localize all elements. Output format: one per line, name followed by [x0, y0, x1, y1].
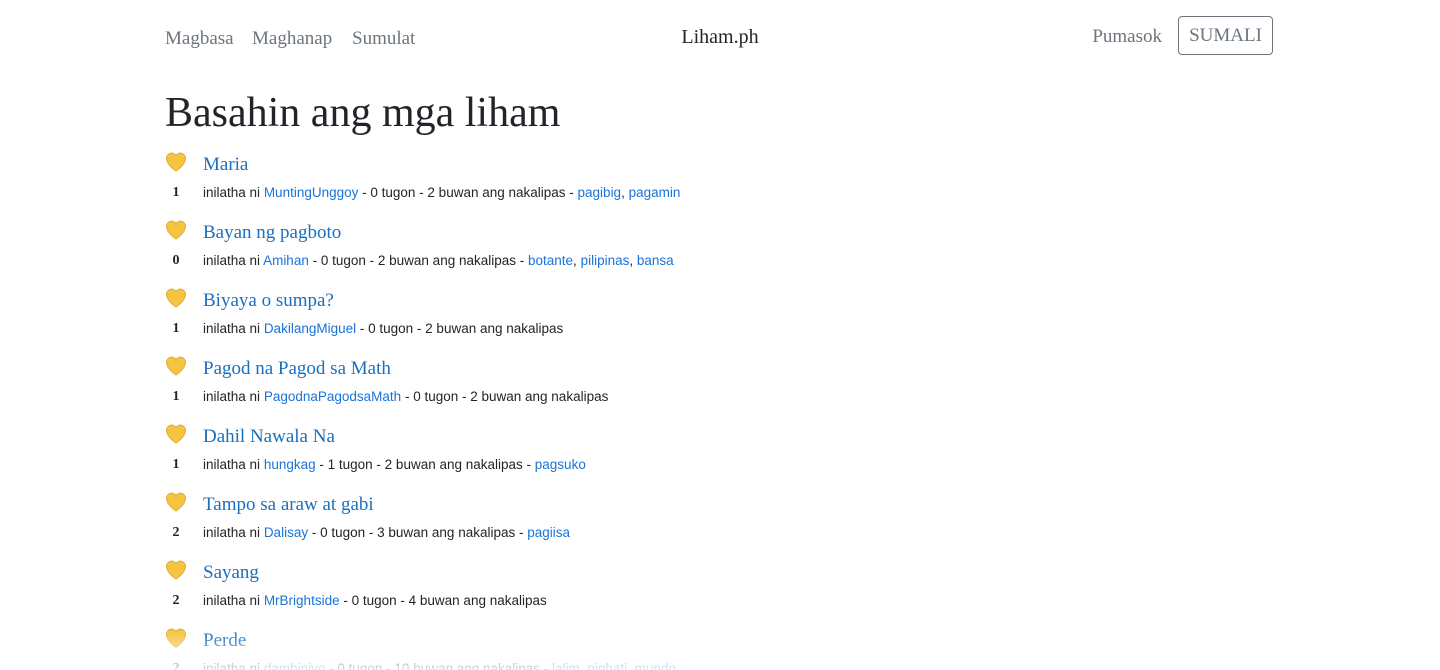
timestamp: 3 buwan ang nakalipas — [377, 525, 516, 540]
tag-link[interactable]: botante — [528, 253, 573, 268]
meta-by-label: inilatha ni — [203, 593, 261, 608]
letter-title-link[interactable]: Tampo sa araw at gabi — [203, 494, 374, 516]
timestamp: 2 buwan ang nakalipas — [384, 457, 523, 472]
timestamp: 10 buwan ang nakalipas — [394, 661, 541, 670]
tag-link[interactable]: bansa — [637, 253, 674, 268]
meta-by-label: inilatha ni — [203, 253, 261, 268]
letter-item: 1 Maria inilatha ni MuntingUnggoy - 0 tugo… — [165, 150, 1275, 218]
login-link[interactable]: Pumasok — [1092, 26, 1162, 48]
author-link[interactable]: Amihan — [263, 253, 309, 268]
tag-link[interactable]: pighati — [587, 661, 627, 670]
letter-title-link[interactable]: Biyaya o sumpa? — [203, 290, 334, 312]
letter-meta: inilatha ni PagodnaPagodsaMath - 0 tugon… — [203, 389, 609, 404]
reply-count: 0 tugon — [320, 253, 366, 268]
reply-count: 1 tugon — [327, 457, 373, 472]
author-link[interactable]: PagodnaPagodsaMath — [264, 389, 401, 404]
author-link[interactable]: dambinivo — [264, 661, 326, 670]
letter-meta: inilatha ni MrBrightside - 0 tugon - 4 b… — [203, 593, 547, 608]
brand-logo-text[interactable]: Liham.ph — [681, 26, 758, 48]
heart-icon[interactable] — [165, 356, 187, 376]
reply-count: 0 tugon — [320, 525, 366, 540]
reply-count: 0 tugon — [351, 593, 397, 608]
letter-meta: inilatha ni hungkag - 1 tugon - 2 buwan … — [203, 457, 586, 472]
letter-meta: inilatha ni Dalisay - 0 tugon - 3 buwan … — [203, 525, 571, 540]
tag-link[interactable]: pilipinas — [581, 253, 630, 268]
heart-icon[interactable] — [165, 424, 187, 444]
meta-by-label: inilatha ni — [203, 525, 261, 540]
nav-link-maghanap[interactable]: Maghanap — [252, 28, 332, 50]
letter-meta: inilatha ni Amihan - 0 tugon - 2 buwan a… — [203, 253, 674, 268]
meta-by-label: inilatha ni — [203, 661, 261, 670]
letter-title-link[interactable]: Bayan ng pagboto — [203, 222, 341, 244]
reply-count: 0 tugon — [368, 321, 414, 336]
reply-count: 0 tugon — [413, 389, 459, 404]
timestamp: 4 buwan ang nakalipas — [408, 593, 547, 608]
meta-by-label: inilatha ni — [203, 389, 261, 404]
heart-icon[interactable] — [165, 288, 187, 308]
letter-item: 1 Dahil Nawala Na inilatha ni hungkag - 1 … — [165, 422, 1275, 490]
letter-title-link[interactable]: Sayang — [203, 562, 259, 584]
heart-icon[interactable] — [165, 152, 187, 172]
nav-link-magbasa[interactable]: Magbasa — [165, 28, 234, 50]
author-link[interactable]: hungkag — [264, 457, 316, 472]
join-button[interactable]: SUMALI — [1178, 16, 1273, 55]
like-count: 1 — [172, 321, 180, 336]
like-count: 1 — [172, 389, 180, 404]
meta-by-label: inilatha ni — [203, 457, 261, 472]
author-link[interactable]: Dalisay — [264, 525, 308, 540]
tag-link[interactable]: pagsuko — [535, 457, 586, 472]
heart-icon[interactable] — [165, 492, 187, 512]
letter-item: 2 Perde inilatha ni dambinivo - 0 tugon - … — [165, 626, 1275, 670]
letter-meta: inilatha ni dambinivo - 0 tugon - 10 buw… — [203, 660, 676, 670]
tag-link[interactable]: pagamin — [629, 185, 681, 200]
author-link[interactable]: MrBrightside — [264, 593, 340, 608]
letter-title-link[interactable]: Dahil Nawala Na — [203, 426, 335, 448]
letter-item: 2 Tampo sa araw at gabi inilatha ni Dalisa… — [165, 490, 1275, 558]
timestamp: 2 buwan ang nakalipas — [427, 185, 566, 200]
letter-title-link[interactable]: Perde — [203, 630, 246, 652]
like-count: 1 — [172, 185, 180, 200]
letter-item: 1 Pagod na Pagod sa Math inilatha ni Pagod… — [165, 354, 1275, 422]
nav-link-sumulat[interactable]: Sumulat — [352, 28, 415, 50]
reply-count: 0 tugon — [337, 661, 383, 670]
letter-item: 0 Bayan ng pagboto inilatha ni Amihan - 0 … — [165, 218, 1275, 286]
timestamp: 2 buwan ang nakalipas — [425, 321, 564, 336]
timestamp: 2 buwan ang nakalipas — [377, 253, 516, 268]
like-count: 2 — [172, 593, 180, 608]
heart-icon[interactable] — [165, 628, 187, 648]
letter-list: 1 Maria inilatha ni MuntingUnggoy - 0 tugo… — [165, 150, 1275, 670]
letter-title-link[interactable]: Maria — [203, 154, 248, 176]
like-count: 0 — [172, 253, 180, 268]
letter-meta: inilatha ni DakilangMiguel - 0 tugon - 2… — [203, 321, 564, 336]
timestamp: 2 buwan ang nakalipas — [470, 389, 609, 404]
letter-title-link[interactable]: Pagod na Pagod sa Math — [203, 358, 391, 380]
meta-by-label: inilatha ni — [203, 185, 261, 200]
like-count: 2 — [172, 661, 180, 670]
tag-link[interactable]: lalim — [552, 661, 580, 670]
tag-link[interactable]: pagiisa — [527, 525, 570, 540]
like-count: 2 — [172, 525, 180, 540]
letter-item: 2 Sayang inilatha ni MrBrightside - 0 tugo… — [165, 558, 1275, 626]
author-link[interactable]: DakilangMiguel — [264, 321, 356, 336]
tag-link[interactable]: mundo — [635, 661, 676, 670]
tag-link[interactable]: pagibig — [578, 185, 622, 200]
letter-item: 1 Biyaya o sumpa? inilatha ni DakilangMigu… — [165, 286, 1275, 354]
top-navbar: Magbasa Maghanap Sumulat Liham.ph Pumaso… — [0, 0, 1440, 76]
letter-meta: inilatha ni MuntingUnggoy - 0 tugon - 2 … — [203, 185, 681, 200]
meta-by-label: inilatha ni — [203, 321, 261, 336]
author-link[interactable]: MuntingUnggoy — [264, 185, 359, 200]
heart-icon[interactable] — [165, 560, 187, 580]
reply-count: 0 tugon — [370, 185, 416, 200]
page-title: Basahin ang mga liham — [165, 90, 561, 136]
like-count: 1 — [172, 457, 180, 472]
heart-icon[interactable] — [165, 220, 187, 240]
